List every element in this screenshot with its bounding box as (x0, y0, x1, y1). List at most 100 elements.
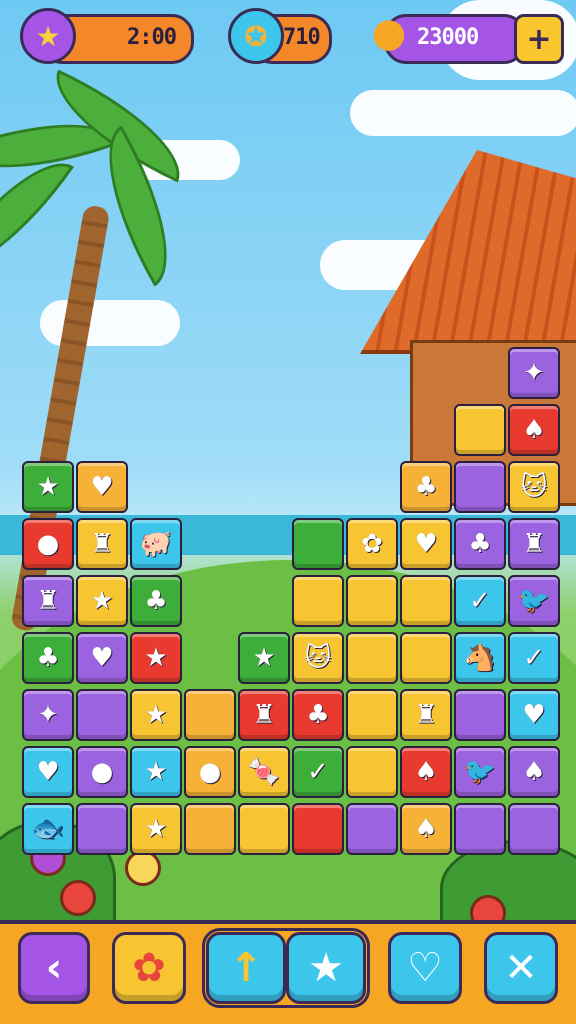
board-tile[interactable] (292, 575, 344, 627)
board-tile[interactable]: ♣ (130, 575, 182, 627)
board-tile[interactable]: ♥ (22, 746, 74, 798)
board-tile[interactable]: ♣ (292, 689, 344, 741)
shoe-icon: ♠ (414, 757, 438, 787)
bottle-icon: ♜ (414, 700, 438, 730)
star-icon: ★ (144, 643, 168, 673)
board-tile[interactable]: ✦ (508, 347, 560, 399)
board-tile[interactable]: ✓ (292, 746, 344, 798)
board-tile[interactable]: 🐦 (508, 575, 560, 627)
board-tile[interactable]: 🐱 (292, 632, 344, 684)
board-tile[interactable]: ♥ (76, 632, 128, 684)
board-tile[interactable]: ♠ (508, 746, 560, 798)
board-tile[interactable]: 🍬 (238, 746, 290, 798)
board-tile[interactable] (76, 803, 128, 855)
board-tile[interactable] (346, 575, 398, 627)
board-tile[interactable]: 🐴 (454, 632, 506, 684)
chick-icon: ● (90, 757, 114, 787)
board-tile[interactable] (292, 803, 344, 855)
drop-icon: ● (371, 10, 407, 56)
board-tile[interactable]: ★ (130, 803, 182, 855)
board-tile[interactable] (454, 404, 506, 456)
heart-icon: ♥ (90, 643, 114, 673)
cloud (350, 90, 576, 136)
board-tile[interactable]: 🐟 (22, 803, 74, 855)
board-tile[interactable]: ★ (238, 632, 290, 684)
board-tile[interactable]: ★ (130, 689, 182, 741)
board-tile[interactable]: ● (184, 746, 236, 798)
star-icon: ★ (308, 945, 344, 991)
board-tile[interactable] (346, 746, 398, 798)
check-icon: ✓ (307, 757, 329, 787)
board-tile[interactable]: ♣ (454, 518, 506, 570)
board-tile[interactable]: ♜ (22, 575, 74, 627)
board-tile[interactable]: ♜ (76, 518, 128, 570)
hammer-icon: ↑ (229, 945, 263, 991)
board-tile[interactable]: 🐦 (454, 746, 506, 798)
board-tile[interactable]: ♥ (76, 461, 128, 513)
board-tile[interactable]: ★ (130, 746, 182, 798)
board-tile[interactable] (76, 689, 128, 741)
board-tile[interactable]: ♣ (22, 632, 74, 684)
board-tile[interactable]: ♜ (238, 689, 290, 741)
board-tile[interactable]: ♜ (508, 518, 560, 570)
board-tile[interactable]: ♠ (400, 803, 452, 855)
board-tile[interactable] (346, 803, 398, 855)
leaf-icon: ♣ (36, 643, 60, 673)
board-tile[interactable]: ♠ (508, 404, 560, 456)
board-tile[interactable] (346, 632, 398, 684)
board-tile[interactable] (454, 461, 506, 513)
board-tile[interactable]: ✓ (454, 575, 506, 627)
board-tile[interactable] (454, 689, 506, 741)
board-tile[interactable]: 🐱 (508, 461, 560, 513)
star-booster-button[interactable]: ★ (286, 932, 366, 1004)
board-tile[interactable] (346, 689, 398, 741)
bottle-icon: ♜ (36, 586, 60, 616)
back-button[interactable]: ‹ (18, 932, 90, 1004)
board-tile[interactable] (184, 689, 236, 741)
board-tile[interactable] (400, 575, 452, 627)
board-tile[interactable]: ● (22, 518, 74, 570)
board-tile[interactable] (238, 803, 290, 855)
star-icon: ★ (20, 8, 76, 64)
star-icon: ★ (36, 472, 60, 502)
add-coins-button[interactable]: + (514, 14, 564, 64)
board-tile[interactable] (508, 803, 560, 855)
board-tile[interactable]: 🐖 (130, 518, 182, 570)
bottle-icon: ♜ (522, 529, 546, 559)
close-button[interactable]: ✕ (484, 932, 558, 1004)
check-icon: ✓ (469, 586, 491, 616)
plus-icon: + (526, 21, 552, 57)
board-tile[interactable]: ♣ (400, 461, 452, 513)
flame-coin-icon: ✪ (228, 8, 284, 64)
board-tile[interactable] (400, 632, 452, 684)
board-tile[interactable]: ● (76, 746, 128, 798)
board-tile[interactable] (454, 803, 506, 855)
chevron-left-icon: ‹ (45, 945, 63, 991)
bottle-icon: ♜ (90, 529, 114, 559)
board-tile[interactable]: ✿ (346, 518, 398, 570)
hammer-booster-button[interactable]: ↑ (206, 932, 286, 1004)
board-tile[interactable]: ★ (130, 632, 182, 684)
bird-icon: 🐦 (463, 757, 497, 787)
board-tile[interactable]: ♜ (400, 689, 452, 741)
blob-icon: ♣ (306, 700, 330, 730)
blob-icon: ♣ (468, 529, 492, 559)
flower (60, 880, 96, 916)
leaf-icon: ♣ (414, 472, 438, 502)
board-tile[interactable]: ♥ (508, 689, 560, 741)
settings-button[interactable]: ✿ (112, 932, 186, 1004)
board-tile[interactable]: ✓ (508, 632, 560, 684)
board-tile[interactable] (292, 518, 344, 570)
board-tile[interactable] (184, 803, 236, 855)
board-tile[interactable]: ✦ (22, 689, 74, 741)
board-tile[interactable]: ★ (22, 461, 74, 513)
bucket-icon: ♠ (522, 757, 546, 787)
game-screen: 2:00 ★ 710 ✪ 23000 ● + ★ ♥ ● ♜ 🐖 ♜ ★ ♣ ♣ ♥ ★ ✦ ★ ♥ ● ★ ●… (0, 0, 576, 1024)
chick-icon: ● (198, 757, 222, 787)
moves-value: 710 (283, 25, 321, 50)
lives-button[interactable]: ♡ (388, 932, 462, 1004)
board-tile[interactable]: ♥ (400, 518, 452, 570)
board-tile[interactable]: ♠ (400, 746, 452, 798)
board-tile[interactable]: ★ (76, 575, 128, 627)
star-icon: ★ (144, 757, 168, 787)
